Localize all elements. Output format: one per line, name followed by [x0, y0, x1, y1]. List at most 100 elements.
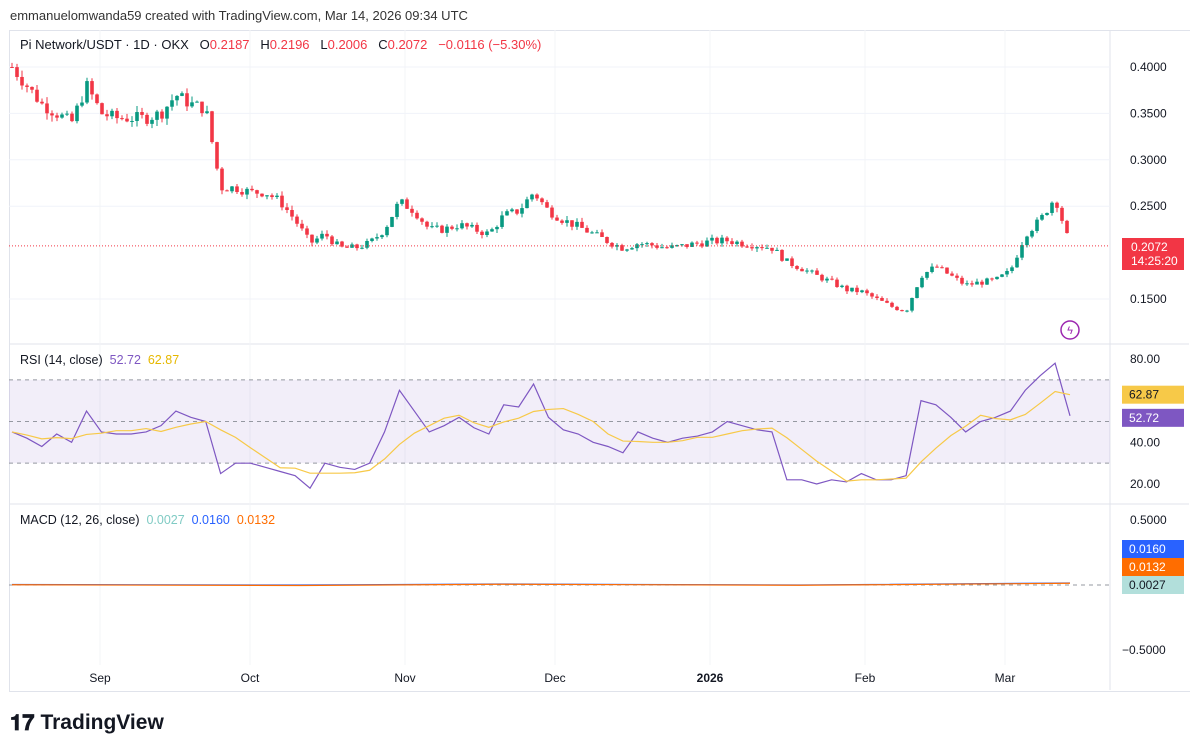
candle-body: [150, 120, 154, 124]
price-legend: Pi Network/USDT · 1D · OKX O0.2187 H0.21…: [20, 37, 541, 52]
candle-body: [475, 225, 479, 232]
candle-body: [1020, 245, 1024, 258]
candle-body: [140, 112, 144, 115]
rsi-badge-label: 52.72: [1129, 411, 1159, 425]
candle-body: [395, 204, 399, 217]
candle-body: [390, 217, 394, 227]
macd-title[interactable]: MACD (12, 26, close): [20, 513, 139, 527]
candle-body: [900, 310, 904, 311]
macd-badge-label: 0.0160: [1129, 542, 1166, 556]
candle-body: [580, 222, 584, 228]
candle-body: [30, 87, 34, 90]
candle-body: [265, 195, 269, 196]
candle-body: [790, 258, 794, 266]
candle-body: [545, 202, 549, 207]
candle-body: [130, 121, 134, 122]
candle-body: [325, 234, 329, 237]
candle-body: [1050, 203, 1054, 213]
candle-body: [330, 236, 334, 244]
candle-body: [285, 207, 289, 210]
candle-body: [1030, 231, 1034, 237]
candle-body: [385, 227, 389, 235]
candle-body: [950, 274, 954, 276]
candle-body: [235, 186, 239, 192]
rsi-tick-label: 80.00: [1130, 352, 1160, 366]
chart-canvas[interactable]: 0.40000.35000.30000.25000.1500SepOctNovD…: [0, 0, 1200, 700]
macd-badge-label: 0.0132: [1129, 560, 1166, 574]
macd-legend: MACD (12, 26, close) 0.0027 0.0160 0.013…: [20, 513, 275, 527]
last-price-label: 0.2072: [1131, 240, 1168, 254]
candle-body: [605, 237, 609, 243]
candle-body: [775, 250, 779, 251]
candle-body: [360, 248, 364, 249]
candle-body: [80, 103, 84, 106]
candle-body: [1005, 271, 1009, 274]
candle-body: [575, 222, 579, 227]
candle-body: [765, 248, 769, 249]
candle-body: [375, 237, 379, 238]
candle-body: [510, 209, 514, 211]
candle-body: [550, 208, 554, 218]
high-label: H: [260, 37, 269, 52]
candle-body: [835, 280, 839, 287]
rsi-ma-badge-label: 62.87: [1129, 388, 1159, 402]
candle-body: [435, 226, 439, 227]
candle-body: [920, 278, 924, 287]
candle-body: [70, 114, 74, 121]
candle-body: [535, 195, 539, 199]
symbol-label[interactable]: Pi Network/USDT · 1D · OKX: [20, 37, 189, 52]
candle-body: [135, 112, 139, 121]
candle-body: [940, 267, 944, 268]
candle-body: [155, 112, 159, 120]
candle-body: [515, 209, 519, 213]
candle-body: [770, 248, 774, 251]
candle-body: [985, 278, 989, 284]
candle-body: [165, 107, 169, 119]
lightning-icon: ϟ: [1067, 325, 1073, 337]
candle-body: [945, 268, 949, 274]
time-tick-label: Feb: [855, 671, 876, 685]
candle-body: [520, 208, 524, 214]
candle-body: [490, 229, 494, 231]
open-label: O: [200, 37, 210, 52]
candle-body: [445, 227, 449, 233]
candle-body: [380, 235, 384, 237]
candle-body: [960, 278, 964, 284]
candle-body: [505, 211, 509, 215]
candle-body: [425, 222, 429, 227]
candle-body: [590, 232, 594, 233]
candle-body: [145, 115, 149, 124]
candle-body: [650, 243, 654, 245]
candle-body: [1010, 267, 1014, 271]
candle-body: [315, 239, 319, 243]
candle-body: [795, 266, 799, 269]
candle-body: [160, 112, 164, 119]
rsi-ma-value: 62.87: [148, 353, 179, 367]
candle-body: [1060, 208, 1064, 221]
price-tick-label: 0.3000: [1130, 153, 1167, 167]
candle-body: [595, 232, 599, 233]
candle-body: [995, 277, 999, 279]
price-tick-label: 0.4000: [1130, 60, 1167, 74]
candle-body: [295, 217, 299, 224]
candle-body: [345, 247, 349, 248]
candle-body: [245, 189, 249, 195]
high-value: 0.2196: [270, 37, 310, 52]
candle-body: [1000, 274, 1004, 276]
candle-body: [85, 81, 89, 102]
price-tick-label: 0.3500: [1130, 106, 1167, 120]
candle-body: [865, 290, 869, 293]
candle-body: [710, 238, 714, 241]
candle-body: [190, 102, 194, 106]
candle-body: [875, 297, 879, 298]
rsi-title[interactable]: RSI (14, close): [20, 353, 103, 367]
candle-body: [820, 275, 824, 281]
candle-body: [40, 102, 44, 104]
time-tick-label: 2026: [697, 671, 724, 685]
candle-body: [125, 119, 129, 122]
candle-body: [100, 103, 104, 114]
candle-body: [975, 282, 979, 285]
candle-body: [175, 96, 179, 100]
candle-body: [215, 142, 219, 169]
candle-body: [335, 242, 339, 245]
